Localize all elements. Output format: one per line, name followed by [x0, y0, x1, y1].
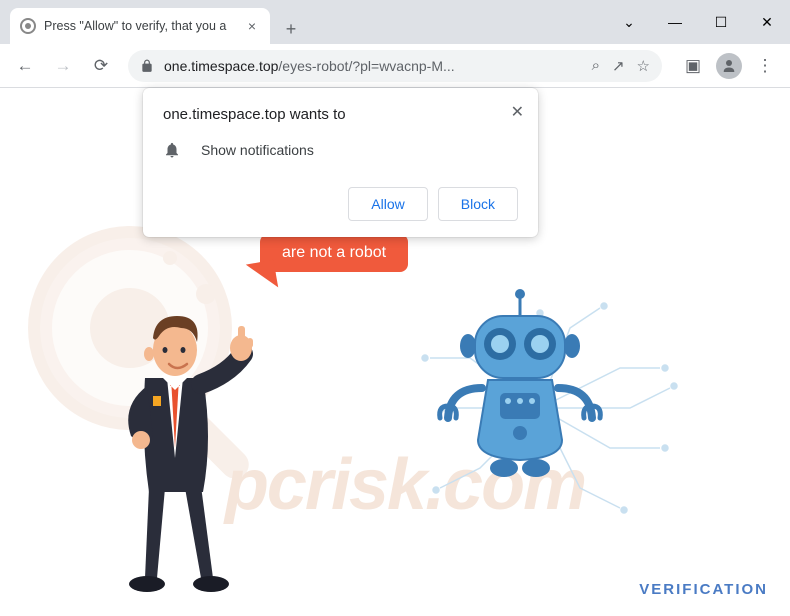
back-button[interactable]: ← — [8, 49, 42, 83]
person-icon — [720, 57, 738, 75]
permission-text: Show notifications — [201, 142, 314, 158]
prompt-close-icon[interactable]: ✕ — [511, 102, 524, 122]
speech-bubble: are not a robot — [260, 234, 408, 272]
lock-icon — [140, 59, 154, 73]
tab-title: Press "Allow" to verify, that you a — [44, 19, 244, 33]
url-domain: one.timespace.top — [164, 58, 278, 74]
url-text: one.timespace.top/eyes-robot/?pl=wvacnp-… — [164, 58, 592, 74]
titlebar: Press "Allow" to verify, that you a × + … — [0, 0, 790, 44]
tab-favicon — [20, 18, 36, 34]
bell-icon — [163, 141, 181, 159]
menu-button[interactable]: ⋮ — [748, 49, 782, 83]
new-tab-button[interactable]: + — [276, 14, 306, 44]
browser-tab[interactable]: Press "Allow" to verify, that you a × — [10, 8, 270, 44]
maximize-button[interactable]: ☐ — [698, 0, 744, 44]
reload-button[interactable]: ⟳ — [84, 49, 118, 83]
search-icon[interactable]: ⌕ — [592, 57, 600, 74]
notification-permission-prompt: ✕ one.timespace.top wants to Show notifi… — [143, 88, 538, 237]
address-bar-icons: ⌕ ↗ ☆ — [592, 57, 650, 75]
profile-avatar[interactable] — [716, 53, 742, 79]
block-button[interactable]: Block — [438, 187, 518, 221]
man-illustration — [85, 278, 275, 598]
prompt-buttons: Allow Block — [163, 187, 518, 221]
side-panel-icon[interactable]: ▣ — [676, 49, 710, 83]
bookmark-icon[interactable]: ☆ — [637, 57, 650, 75]
url-path: /eyes-robot/?pl=wvacnp-M... — [278, 58, 454, 74]
window-dropdown-icon[interactable]: ⌄ — [606, 0, 652, 44]
prompt-permission-row: Show notifications — [163, 141, 518, 159]
speech-text: are not a robot — [282, 244, 386, 261]
minimize-button[interactable]: — — [652, 0, 698, 44]
forward-button[interactable]: → — [46, 49, 80, 83]
toolbar-right: ▣ ⋮ — [676, 49, 782, 83]
robot-illustration — [420, 288, 620, 508]
address-bar[interactable]: one.timespace.top/eyes-robot/?pl=wvacnp-… — [128, 50, 662, 82]
window-controls: ⌄ — ☐ ✕ — [606, 0, 790, 44]
prompt-title: one.timespace.top wants to — [163, 106, 518, 123]
allow-button[interactable]: Allow — [348, 187, 427, 221]
verification-label: VERIFICATION — [639, 581, 768, 598]
tab-close-icon[interactable]: × — [244, 16, 260, 36]
share-icon[interactable]: ↗ — [612, 57, 625, 75]
close-window-button[interactable]: ✕ — [744, 0, 790, 44]
toolbar: ← → ⟳ one.timespace.top/eyes-robot/?pl=w… — [0, 44, 790, 88]
